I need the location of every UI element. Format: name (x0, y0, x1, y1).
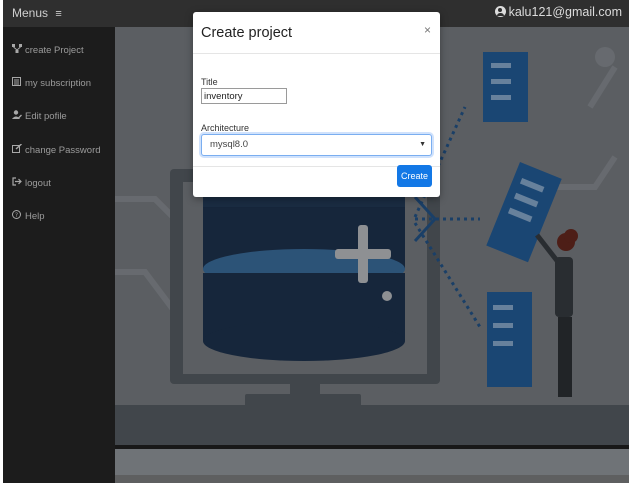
title-input[interactable] (201, 88, 287, 104)
close-icon[interactable]: × (424, 23, 431, 37)
sign-out-icon (11, 177, 22, 188)
user-email: kalu121@gmail.com (508, 5, 622, 19)
dialog-title: Create project (201, 25, 293, 41)
sidebar-item-logout[interactable]: logout (11, 177, 51, 189)
architecture-label: Architecture (201, 123, 250, 133)
architecture-value: mysql8.0 (210, 139, 249, 150)
sidebar-item-label: my subscription (25, 78, 91, 89)
menu-label: Menus (12, 6, 49, 20)
edit-icon (11, 143, 22, 155)
sidebar-item-edit-profile[interactable]: Edit pofile (11, 110, 67, 122)
title-label: Title (201, 77, 218, 87)
header-divider (193, 53, 440, 54)
user-circle-icon (494, 6, 506, 17)
menu-toggle[interactable]: Menus ≡ (12, 6, 62, 20)
create-project-dialog: Create project × Title Architecture mysq… (193, 12, 440, 197)
sidebar-item-label: logout (25, 178, 51, 189)
hamburger-icon: ≡ (55, 8, 62, 20)
list-icon (11, 77, 22, 88)
sidebar: create Project my subscription Edit pofi… (3, 27, 115, 483)
sidebar-item-label: Help (25, 211, 45, 222)
sitemap-icon (11, 44, 22, 55)
sidebar-item-create-project[interactable]: create Project (11, 44, 84, 56)
sidebar-item-label: create Project (25, 45, 84, 56)
sidebar-item-label: change Password (25, 145, 101, 156)
user-account[interactable]: kalu121@gmail.com (494, 5, 622, 19)
user-edit-icon (11, 110, 22, 121)
sidebar-item-label: Edit pofile (25, 111, 67, 122)
chevron-down-icon: ▼ (419, 141, 426, 148)
question-circle-icon: ? (11, 210, 22, 221)
sidebar-item-help[interactable]: ? Help (11, 210, 45, 222)
sidebar-item-change-password[interactable]: change Password (11, 143, 101, 156)
sidebar-item-my-subscription[interactable]: my subscription (11, 77, 91, 89)
create-button[interactable]: Create (397, 165, 432, 187)
svg-text:?: ? (15, 212, 18, 219)
architecture-select[interactable]: mysql8.0 ▼ (201, 134, 432, 156)
bottom-strip (115, 475, 629, 483)
